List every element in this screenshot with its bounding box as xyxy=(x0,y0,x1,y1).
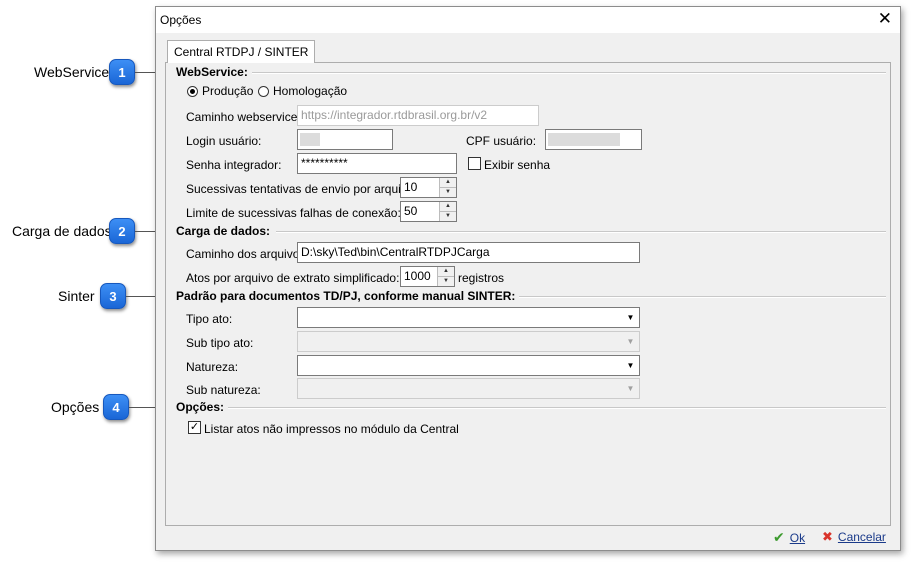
chevron-down-icon[interactable]: ▼ xyxy=(623,333,638,350)
radio-homologacao[interactable] xyxy=(258,86,269,97)
callout-number: 1 xyxy=(118,64,126,80)
stepper-buttons: ▲ ▼ xyxy=(439,202,456,221)
atos-por-arquivo-stepper[interactable]: 1000 ▲ ▼ xyxy=(400,266,455,287)
tipo-ato-label: Tipo ato: xyxy=(186,312,233,326)
callout-label-carga: Carga de dados xyxy=(12,223,112,239)
callout-badge-1: 1 xyxy=(109,59,135,85)
ok-button[interactable]: ✔ Ok xyxy=(773,529,805,546)
section-title-webservice: WebService: xyxy=(176,65,252,79)
stepper-buttons: ▲ ▼ xyxy=(439,178,456,197)
falhas-label: Limite de sucessivas falhas de conexão: xyxy=(186,206,401,220)
login-usuario-input[interactable] xyxy=(297,129,393,150)
exibir-senha-label: Exibir senha xyxy=(484,158,551,172)
cancel-label: Cancelar xyxy=(837,530,886,544)
caminho-arquivos-label: Caminho dos arquivos: xyxy=(186,247,309,261)
cpf-usuario-input[interactable] xyxy=(545,129,642,150)
callout-label-sinter: Sinter xyxy=(58,288,95,304)
falhas-stepper[interactable]: 50 ▲ ▼ xyxy=(400,201,457,222)
window-title: Opções xyxy=(160,13,202,27)
section-divider xyxy=(236,72,886,74)
sub-tipo-ato-select[interactable]: ▼ xyxy=(297,331,640,352)
atos-value: 1000 xyxy=(404,269,431,283)
ok-label: Ok xyxy=(789,530,806,545)
callout-label-webservice: WebService xyxy=(34,64,110,80)
spin-up-icon[interactable]: ▲ xyxy=(440,202,456,212)
tab-panel: WebService: Produção Homologação Caminho… xyxy=(165,62,891,526)
caminho-webservice-input[interactable]: https://integrador.rtdbrasil.org.br/v2 xyxy=(297,105,539,126)
cpf-usuario-label: CPF usuário: xyxy=(466,134,537,148)
natureza-label: Natureza: xyxy=(186,360,239,374)
chevron-down-icon[interactable]: ▼ xyxy=(623,380,638,397)
section-divider xyxy=(226,407,886,409)
tab-central-rtdpj-sinter[interactable]: Central RTDPJ / SINTER xyxy=(167,40,316,63)
natureza-select[interactable]: ▼ xyxy=(297,355,640,376)
callout-badge-3: 3 xyxy=(100,283,126,309)
spin-down-icon[interactable]: ▼ xyxy=(440,212,456,221)
exibir-senha-checkbox[interactable] xyxy=(468,157,481,170)
tentativas-value: 10 xyxy=(404,180,418,194)
spin-up-icon[interactable]: ▲ xyxy=(438,267,454,277)
radio-producao-label: Produção xyxy=(202,84,254,98)
callout-number: 3 xyxy=(109,288,117,304)
title-bar: Opções ✕ xyxy=(156,7,900,33)
spin-up-icon[interactable]: ▲ xyxy=(440,178,456,188)
login-usuario-label: Login usuário: xyxy=(186,134,262,148)
tentativas-label: Sucessivas tentativas de envio por arqui… xyxy=(186,182,417,196)
tentativas-stepper[interactable]: 10 ▲ ▼ xyxy=(400,177,457,198)
senha-integrador-input[interactable]: ********** xyxy=(297,153,457,174)
callout-badge-4: 4 xyxy=(103,394,129,420)
senha-integrador-label: Senha integrador: xyxy=(186,158,282,172)
options-dialog: Opções ✕ Central RTDPJ / SINTER WebServi… xyxy=(155,6,901,551)
checkmark-icon: ✔ xyxy=(773,529,785,545)
stepper-buttons: ▲ ▼ xyxy=(437,267,454,286)
falhas-value: 50 xyxy=(404,204,418,218)
sub-natureza-select[interactable]: ▼ xyxy=(297,378,640,399)
chevron-down-icon[interactable]: ▼ xyxy=(623,357,638,374)
registros-unit-label: registros xyxy=(458,271,505,285)
spin-down-icon[interactable]: ▼ xyxy=(440,188,456,197)
caminho-arquivos-input[interactable]: D:\sky\Ted\bin\CentralRTDPJCarga xyxy=(297,242,640,263)
callout-number: 2 xyxy=(118,223,126,239)
cancel-button[interactable]: ✖ Cancelar xyxy=(822,529,886,545)
callout-number: 4 xyxy=(112,399,120,415)
section-title-opcoes: Opções: xyxy=(176,400,229,414)
section-title-carga: Carga de dados: xyxy=(176,224,275,238)
section-title-sinter: Padrão para documentos TD/PJ, conforme m… xyxy=(176,289,520,303)
sub-natureza-label: Sub natureza: xyxy=(186,383,261,397)
sub-tipo-ato-label: Sub tipo ato: xyxy=(186,336,254,350)
spin-down-icon[interactable]: ▼ xyxy=(438,277,454,286)
caminho-webservice-label: Caminho webservice: xyxy=(186,110,301,124)
listar-atos-checkbox[interactable]: ✓ xyxy=(188,421,201,434)
callout-badge-2: 2 xyxy=(109,218,135,244)
cancel-x-icon: ✖ xyxy=(822,529,833,544)
atos-por-arquivo-label: Atos por arquivo de extrato simplificado… xyxy=(186,271,400,285)
radio-homologacao-label: Homologação xyxy=(273,84,348,98)
radio-producao[interactable] xyxy=(187,86,198,97)
section-divider xyxy=(276,231,886,233)
section-divider xyxy=(506,296,886,298)
listar-atos-label: Listar atos não impressos no módulo da C… xyxy=(204,422,459,436)
chevron-down-icon[interactable]: ▼ xyxy=(623,309,638,326)
callout-label-opcoes: Opções xyxy=(51,399,100,415)
tipo-ato-select[interactable]: ▼ xyxy=(297,307,640,328)
close-icon[interactable]: ✕ xyxy=(878,9,892,29)
